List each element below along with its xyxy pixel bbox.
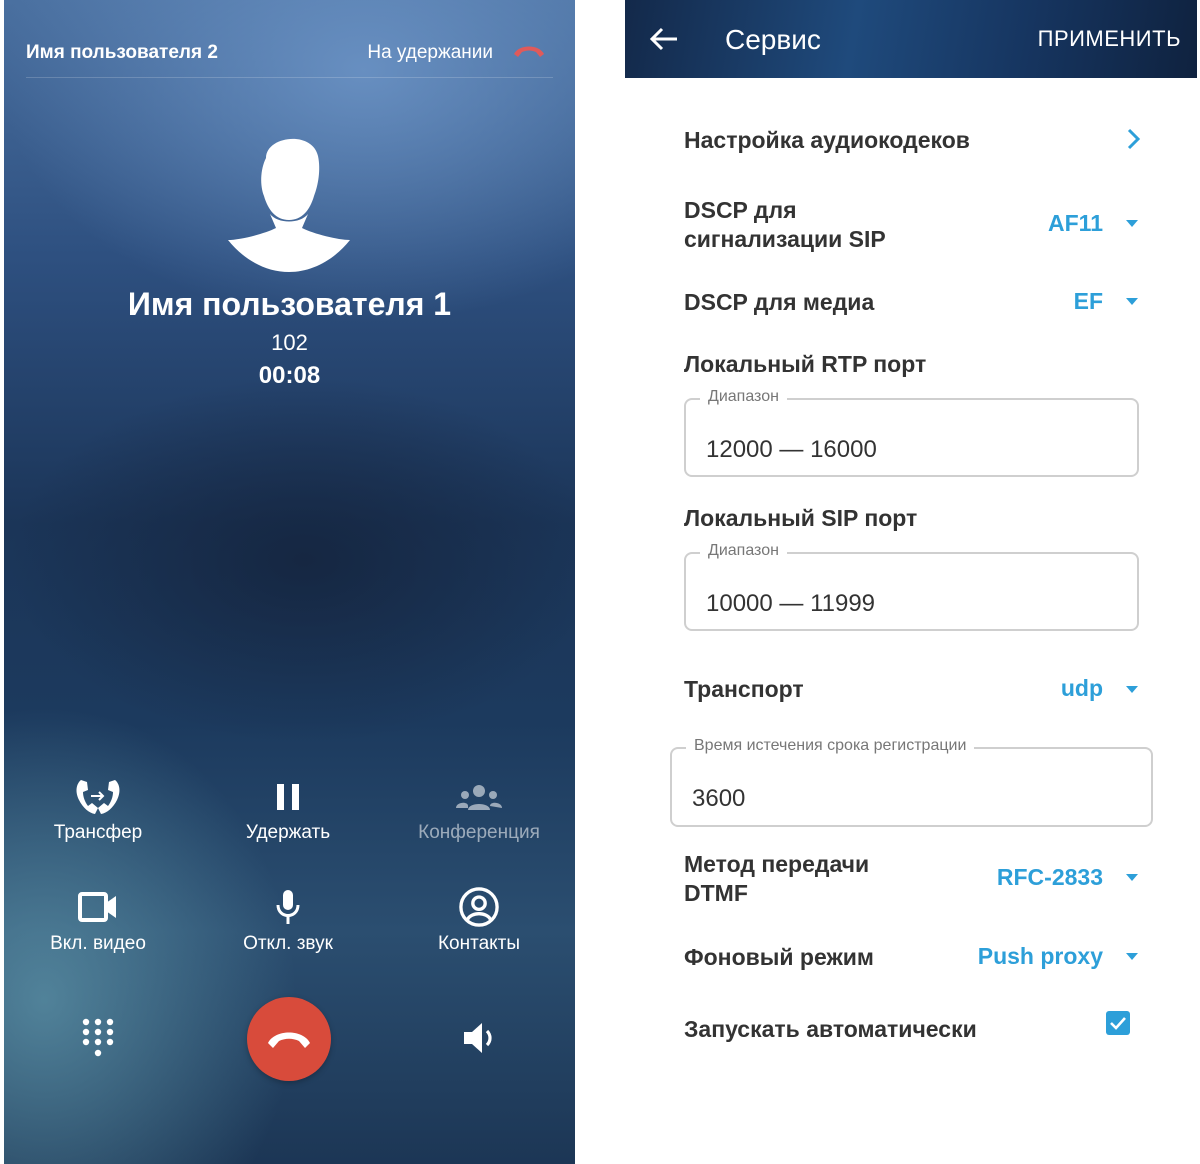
hold-status-label: На удержании: [367, 42, 493, 63]
rtp-port-value: 12000 — 16000: [706, 436, 877, 463]
checkmark-icon: [1110, 1017, 1126, 1030]
dtmf-value[interactable]: RFC-2833: [997, 864, 1103, 891]
conference-icon: [456, 785, 502, 810]
dropdown-caret-icon[interactable]: [1125, 951, 1139, 961]
back-arrow-icon[interactable]: [647, 22, 681, 56]
dtmf-label: Метод передачи DTMF: [684, 850, 869, 908]
end-call-button[interactable]: [247, 997, 331, 1081]
autostart-checkbox[interactable]: [1106, 1011, 1130, 1035]
registration-expiry-value: 3600: [692, 785, 746, 812]
microphone-icon: [276, 890, 300, 924]
autostart-label: Запускать автоматически: [684, 1016, 977, 1042]
mute-button[interactable]: Откл. звук: [198, 887, 378, 955]
mute-label: Откл. звук: [243, 933, 333, 954]
hold-button[interactable]: Удержать: [198, 776, 378, 844]
dscp-media-label: DSCP для медиа: [684, 289, 875, 315]
sip-port-field[interactable]: Диапазон 10000 — 11999: [684, 542, 1139, 631]
registration-expiry-field[interactable]: Время истечения срока регистрации 3600: [670, 737, 1153, 827]
avatar-icon: [228, 138, 350, 272]
rtp-port-label: Локальный RTP порт: [684, 351, 927, 377]
contacts-icon: [459, 887, 499, 927]
dropdown-caret-icon[interactable]: [1125, 684, 1139, 694]
transfer-icon: [76, 780, 120, 814]
registration-expiry-legend: Время истечения срока регистрации: [686, 737, 975, 755]
dscp-sip-value[interactable]: AF11: [1048, 210, 1103, 237]
video-button[interactable]: Вкл. видео: [8, 887, 188, 955]
sip-port-label: Локальный SIP порт: [684, 505, 918, 531]
background-mode-value[interactable]: Push proxy: [978, 943, 1103, 970]
settings-screen: Сервис ПРИМЕНИТЬ Настройка аудиокодеков …: [625, 0, 1197, 1164]
contacts-button[interactable]: Контакты: [389, 887, 569, 955]
background-mode-label: Фоновый режим: [684, 944, 874, 970]
app-bar: Сервис ПРИМЕНИТЬ: [625, 0, 1197, 78]
call-timer: 00:08: [258, 362, 321, 389]
video-label: Вкл. видео: [50, 933, 146, 954]
contacts-label: Контакты: [437, 933, 521, 954]
audio-codecs-label[interactable]: Настройка аудиокодеков: [684, 126, 970, 155]
dscp-sip-label-line2: сигнализации SIP: [684, 226, 886, 252]
rtp-port-field[interactable]: Диапазон 12000 — 16000: [684, 388, 1139, 477]
sip-port-value: 10000 — 11999: [706, 590, 876, 617]
pause-icon: [277, 784, 299, 810]
hangup-icon[interactable]: [511, 40, 547, 62]
dscp-media-value[interactable]: EF: [1074, 288, 1103, 315]
dropdown-caret-icon[interactable]: [1125, 296, 1139, 306]
speaker-icon[interactable]: [460, 1018, 500, 1058]
page-title: Сервис: [725, 24, 821, 55]
dtmf-label-line1: Метод передачи: [684, 851, 870, 877]
transfer-label: Трансфер: [53, 822, 143, 843]
rtp-port-legend: Диапазон: [700, 388, 787, 406]
video-camera-icon: [78, 892, 116, 922]
transport-value[interactable]: udp: [1061, 675, 1103, 702]
conference-button[interactable]: Конференция: [389, 776, 569, 844]
held-call-bar[interactable]: Имя пользователя 2 На удержании: [26, 34, 553, 78]
held-caller-name: Имя пользователя 2: [26, 42, 218, 63]
sip-port-legend: Диапазон: [700, 542, 787, 560]
apply-button[interactable]: ПРИМЕНИТЬ: [1038, 26, 1181, 52]
dropdown-caret-icon[interactable]: [1125, 218, 1139, 228]
hangup-icon: [268, 1032, 310, 1048]
call-screen: Имя пользователя 2 На удержании Имя поль…: [4, 0, 575, 1164]
hold-label: Удержать: [245, 822, 331, 843]
dscp-sip-label-line1: DSCP для: [684, 197, 797, 223]
dialpad-icon[interactable]: [80, 1018, 116, 1060]
caller-number: 102: [271, 330, 308, 355]
dtmf-label-line2: DTMF: [684, 880, 748, 906]
dropdown-caret-icon[interactable]: [1125, 872, 1139, 882]
chevron-right-icon[interactable]: [1125, 127, 1141, 151]
dscp-sip-label: DSCP для сигнализации SIP: [684, 196, 886, 254]
transport-label: Транспорт: [684, 676, 804, 702]
caller-name: Имя пользователя 1: [127, 286, 452, 322]
transfer-button[interactable]: Трансфер: [8, 776, 188, 844]
conference-label: Конференция: [418, 822, 540, 843]
